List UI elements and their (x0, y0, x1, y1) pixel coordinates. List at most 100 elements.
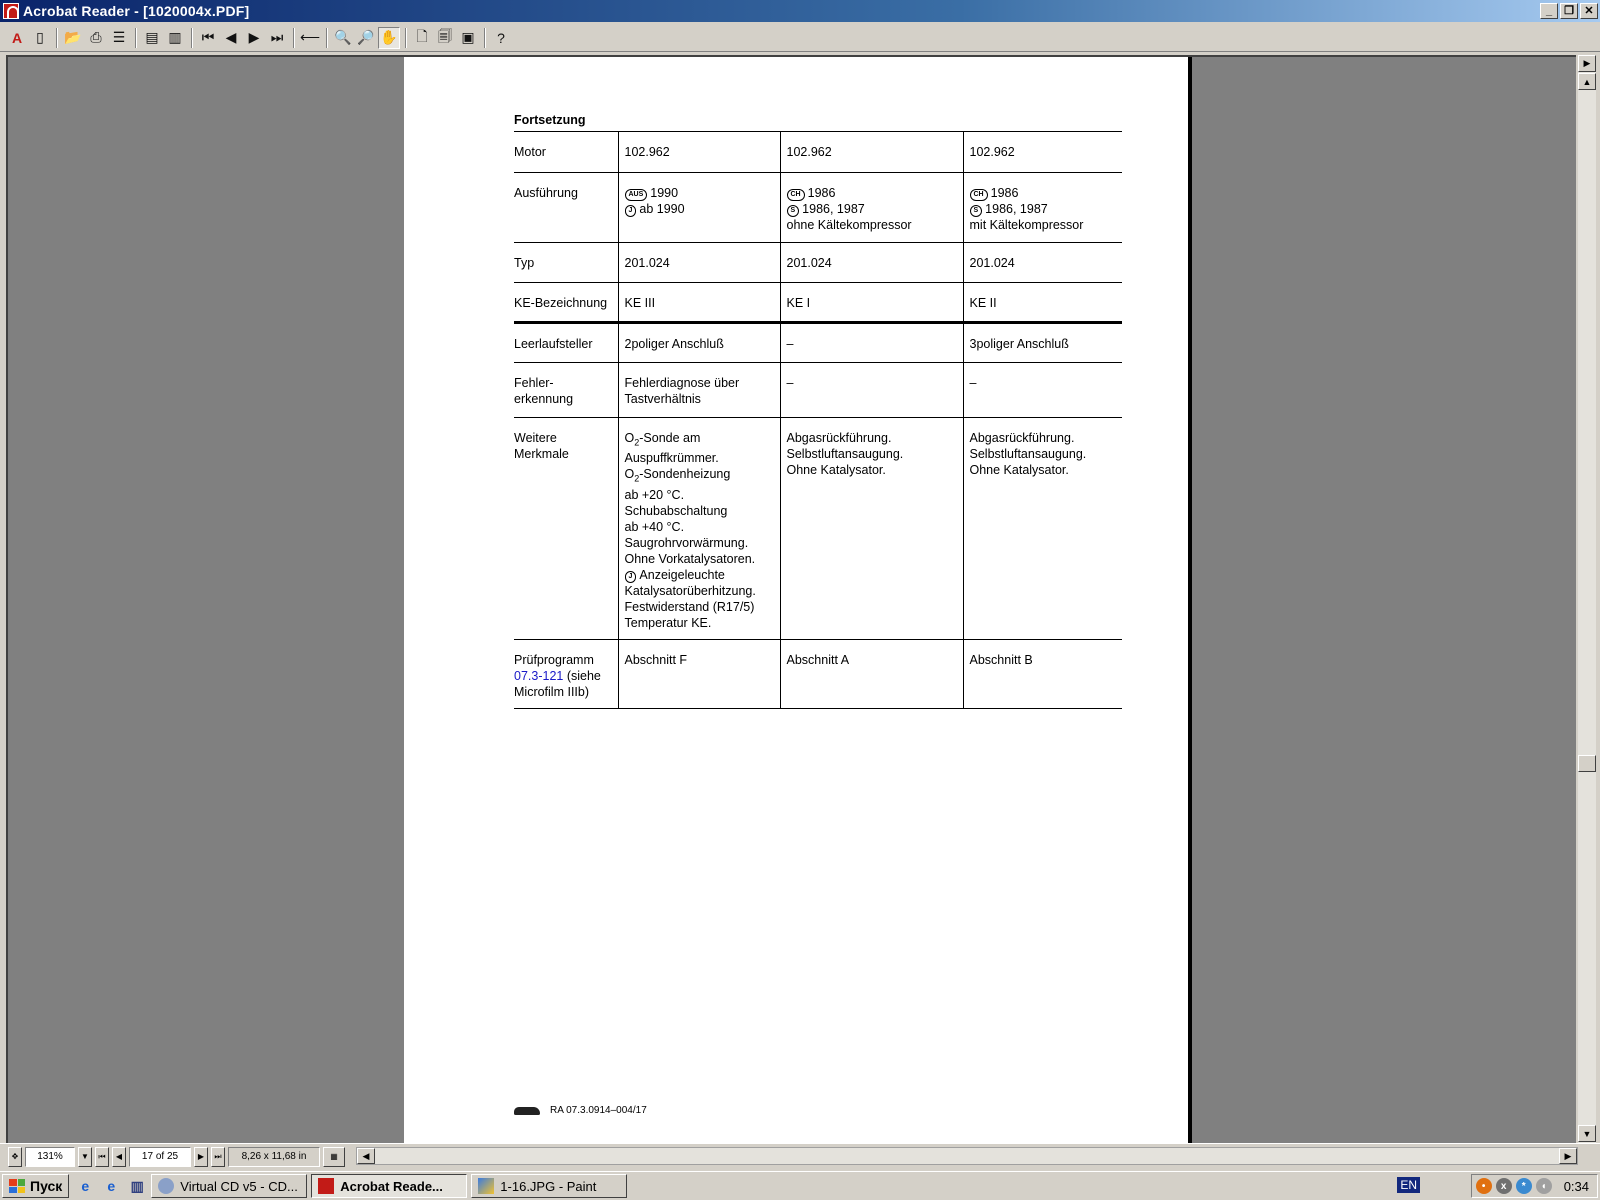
help-icon[interactable]: ? (490, 27, 512, 49)
restore-button[interactable]: ❐ (1560, 3, 1578, 19)
internet-explorer-icon[interactable]: e (75, 1176, 95, 1196)
cell-line: ab +40 °C. (624, 519, 685, 534)
cell-line: mit Kältekompressor (969, 217, 1084, 232)
table-cell: 201.024 (962, 242, 1122, 283)
scroll-thumb[interactable] (1578, 755, 1596, 772)
cell-line: Selbstluftansaugung. (969, 446, 1087, 461)
car-icon (514, 1106, 540, 1115)
go-back-icon[interactable]: ⟵ (299, 27, 321, 49)
cell-line: Selbstluftansaugung. (786, 446, 904, 461)
prev-page-icon[interactable]: ◀ (220, 27, 242, 49)
cell-line: ab +20 °C. (624, 487, 685, 502)
print-icon[interactable]: ⎙ (85, 27, 107, 49)
table-cell: Abschnitt A (779, 639, 963, 709)
fit-width-icon[interactable]: ▣ (457, 27, 479, 49)
close-button[interactable]: ✕ (1580, 3, 1598, 19)
cell-line: O2-Sonde am (624, 430, 701, 448)
status-next-page-icon[interactable]: ▶ (194, 1146, 208, 1167)
table-cell: Abgasrückführung. Selbstluftansaugung. Ohn… (962, 417, 1122, 640)
zoom-pan-icon[interactable]: ✥ (8, 1146, 22, 1167)
print-preview-icon[interactable]: ▥ (164, 27, 186, 49)
task-paint[interactable]: 1-16.JPG - Paint (471, 1174, 628, 1198)
pdf-page: Fortsetzung Motor 102.962 102.962 102.962 Au… (404, 57, 1188, 1143)
acrobat-icon (318, 1178, 335, 1194)
status-first-page-icon[interactable]: ⏮ (95, 1146, 109, 1167)
cell-line: Saugrohrvorwärmung. (624, 535, 749, 550)
last-page-icon[interactable]: ⏭ (266, 27, 288, 49)
scroll-left-arrow-icon[interactable]: ◀ (357, 1148, 375, 1164)
page-view-icon[interactable]: ▤ (141, 27, 163, 49)
table-cell: 201.024 (617, 242, 780, 283)
table-row: Motor 102.962 102.962 102.962 (514, 132, 1122, 173)
minimize-button[interactable]: _ (1540, 3, 1558, 19)
quicklaunch-app-icon[interactable]: ▥ (127, 1176, 147, 1196)
table-cell: O2-Sonde am Auspuffkrümmer. O2-Sondenheizu… (617, 417, 780, 640)
table-cell: AUS 1990 Jab 1990 (617, 172, 780, 243)
acrobat-app-icon[interactable] (3, 3, 19, 19)
cell-line: Jab 1990 (624, 201, 774, 217)
status-last-page-icon[interactable]: ⏭ (211, 1146, 225, 1167)
page-number-field[interactable]: 17 of 25 (129, 1146, 191, 1167)
show-bookmarks-icon[interactable]: ☰ (108, 27, 130, 49)
cell-line: Ohne Vorkatalysatoren. (624, 551, 756, 566)
acrobat-icon[interactable]: A (6, 27, 28, 49)
table-cell: Abschnitt B (962, 639, 1122, 709)
cell-line: Ohne Katalysator. (969, 462, 1069, 477)
volume-icon[interactable]: ◖ (1535, 1178, 1552, 1194)
tray-app-icon[interactable]: • (1475, 1178, 1492, 1194)
language-indicator[interactable]: EN (1397, 1177, 1420, 1193)
table-row: Typ 201.024 201.024 201.024 (514, 242, 1122, 283)
scroll-right-arrow-icon[interactable]: ▶ (1559, 1148, 1577, 1164)
scroll-right-arrow-icon[interactable]: ▶ (1578, 55, 1596, 72)
task-virtual-cd[interactable]: Virtual CD v5 - CD... (151, 1174, 308, 1198)
status-prev-page-icon[interactable]: ◀ (112, 1146, 126, 1167)
row-label: Ausführung (514, 172, 618, 243)
cell-line: Abgasrückführung. (786, 430, 892, 445)
start-button[interactable]: Пуск (2, 1174, 70, 1198)
task-acrobat-reader[interactable]: Acrobat Reade... (311, 1174, 468, 1198)
document-viewport[interactable]: Fortsetzung Motor 102.962 102.962 102.962 Au… (6, 55, 1576, 1143)
open-icon[interactable]: 📂 (62, 27, 84, 49)
table-row: KE-Bezeichnung KE III KE I KE II (514, 282, 1122, 324)
zoom-in-icon[interactable]: 🔎 (355, 27, 377, 49)
zoom-out-icon[interactable]: 🔍 (332, 27, 354, 49)
window-title: Acrobat Reader - [1020004x.PDF] (23, 3, 250, 19)
actual-size-icon[interactable]: 🗋 (411, 27, 433, 49)
internet-explorer-icon[interactable]: e (101, 1176, 121, 1196)
first-page-icon[interactable]: ⏮ (197, 27, 219, 49)
tray-x-icon[interactable]: x (1495, 1178, 1512, 1194)
cell-line: Ohne Katalysator. (786, 462, 886, 477)
section-heading: Fortsetzung (514, 113, 586, 127)
cell-line: Abgasrückführung. (969, 430, 1075, 445)
cell-line: S 1986, 1987 (969, 201, 1117, 217)
cell-line: S 1986, 1987 (786, 201, 957, 217)
scroll-up-arrow-icon[interactable]: ▲ (1578, 73, 1596, 90)
cross-reference-link[interactable]: 07.3-121 (514, 669, 563, 683)
status-bar: ✥ 131% ▼ ⏮ ◀ 17 of 25 ▶ ⏭ 8,26 x 11,68 i… (0, 1143, 1600, 1169)
zoom-field[interactable]: 131% (25, 1146, 75, 1167)
table-cell: CH 1986 S 1986, 1987 mit Kältekompressor (962, 172, 1122, 243)
tray-network-icon[interactable]: * (1515, 1178, 1532, 1194)
document-reference: RA 07.3.0914–004/17 (550, 1105, 647, 1116)
spec-table: Motor 102.962 102.962 102.962 Ausführung AUS 1… (514, 132, 1122, 709)
table-row: Prüfprogramm 07.3-121 (siehe Microfilm II… (514, 639, 1122, 709)
row-label: Weitere Merkmale (514, 417, 618, 640)
vertical-scrollbar[interactable]: ▶ ▲ ▼ (1578, 55, 1596, 1143)
scroll-down-arrow-icon[interactable]: ▼ (1578, 1125, 1596, 1142)
bookmark-icon[interactable]: ▯ (29, 27, 51, 49)
zoom-dropdown-icon[interactable]: ▼ (78, 1146, 92, 1167)
country-code-badge: CH (786, 188, 805, 201)
row-label: Typ (514, 242, 618, 283)
cell-line: AUS 1990 (624, 185, 774, 201)
next-page-icon[interactable]: ▶ (243, 27, 265, 49)
title-bar[interactable]: Acrobat Reader - [1020004x.PDF] _ ❐ ✕ (0, 0, 1600, 22)
horizontal-scrollbar[interactable]: ◀ ▶ (356, 1147, 1578, 1165)
table-cell: KE I (779, 282, 963, 324)
hand-tool-icon[interactable]: ✋ (378, 26, 400, 49)
cell-line: O2-Sondenheizung (624, 467, 731, 484)
fit-page-icon[interactable]: 🗐 (434, 27, 456, 49)
table-cell: Abschnitt F (617, 639, 780, 709)
table-cell: Abgasrückführung. Selbstluftansaugung. Ohn… (779, 417, 963, 640)
cell-line: Temperatur KE. (624, 615, 712, 630)
page-layout-icon[interactable]: ▦ (323, 1146, 345, 1167)
